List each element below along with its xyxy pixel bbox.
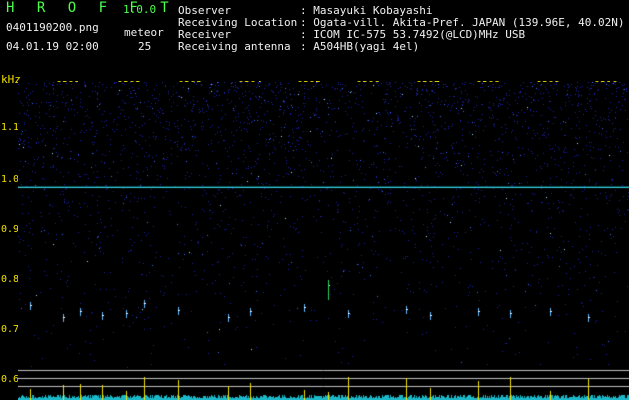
app-version: 1.0.0: [123, 3, 157, 16]
y-tick-label: 0.7: [1, 324, 20, 335]
file-name: 0401190200.png: [6, 21, 99, 34]
y-tick-label: 0.9: [1, 224, 20, 235]
info-antenna-key: Receiving antenna: [178, 40, 291, 53]
signal-level-strip: [18, 368, 629, 400]
datetime: 04.01.19 02:00: [6, 40, 99, 53]
y-tick-label: 1.1: [1, 122, 20, 133]
y-tick-label: 1.0: [1, 174, 20, 185]
y-tick-label: 0.8: [1, 274, 20, 285]
meteor-count: 25: [138, 40, 152, 53]
y-tick-label: 0.6: [1, 374, 20, 385]
meteor-label: meteor: [124, 26, 164, 39]
spectrogram-canvas: [18, 82, 629, 368]
info-antenna-value: : A504HB(yagi 4el): [300, 40, 420, 53]
